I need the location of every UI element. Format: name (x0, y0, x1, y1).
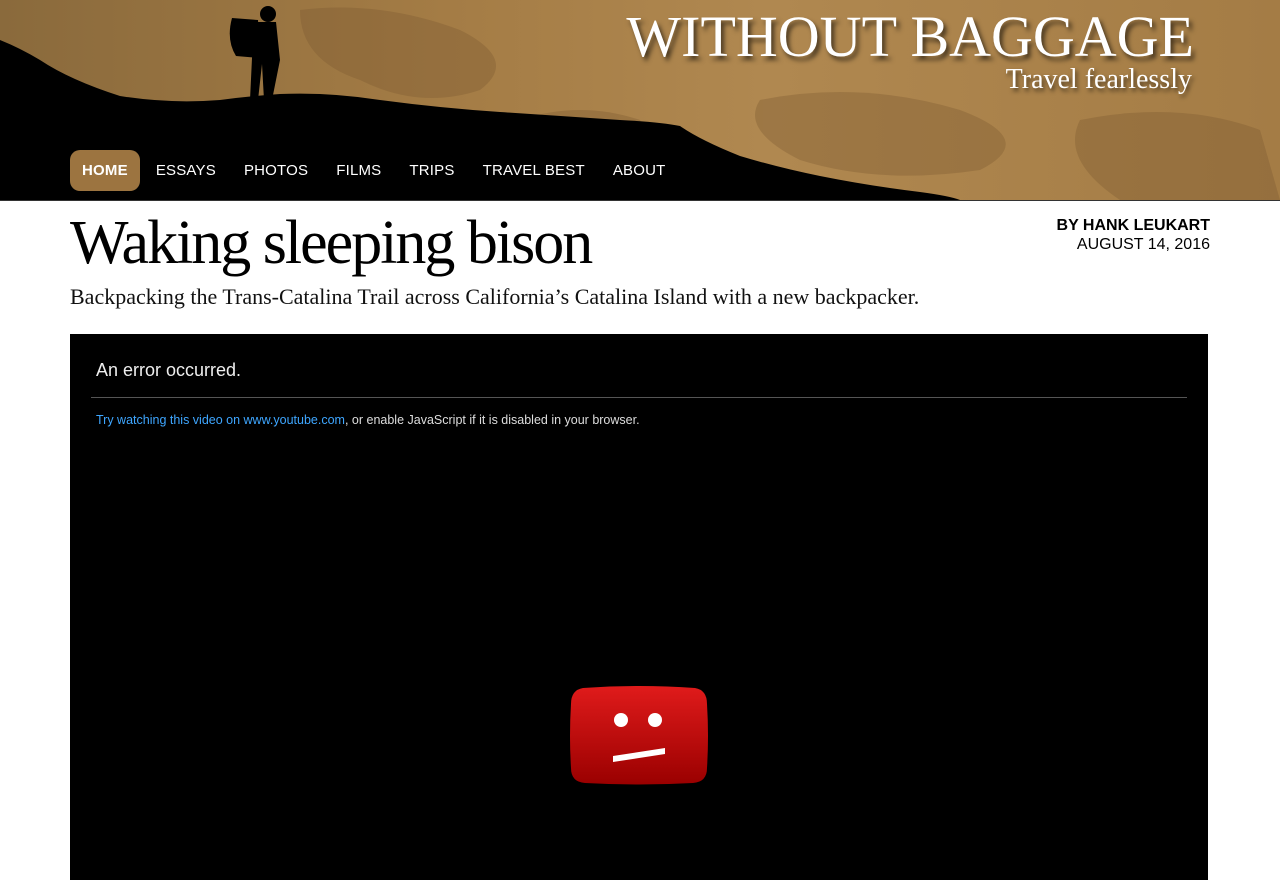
main-nav: HOME ESSAYS PHOTOS FILMS TRIPS TRAVEL BE… (70, 150, 682, 191)
article-subtitle: Backpacking the Trans-Catalina Trail acr… (70, 284, 920, 309)
site-banner: WITHOUT BAGGAGE Travel fearlessly HOME E… (0, 0, 1280, 201)
site-title[interactable]: WITHOUT BAGGAGE (626, 4, 1194, 70)
sad-youtube-icon (570, 686, 708, 785)
video-player[interactable]: An error occurred. Try watching this vid… (70, 334, 1208, 880)
video-error-help-text: , or enable JavaScript if it is disabled… (344, 413, 640, 427)
nav-item-photos[interactable]: PHOTOS (232, 150, 320, 191)
byline: BY HANK LEUKART AUGUST 14, 2016 (1057, 216, 1210, 254)
site-tagline: Travel fearlessly (1005, 64, 1192, 95)
nav-item-essays[interactable]: ESSAYS (144, 150, 228, 191)
nav-item-travel-best[interactable]: TRAVEL BEST (471, 150, 597, 191)
byline-author[interactable]: BY HANK LEUKART (1057, 216, 1210, 235)
nav-item-about[interactable]: ABOUT (601, 150, 678, 191)
article-title: Waking sleeping bison (70, 209, 593, 277)
nav-item-home[interactable]: HOME (70, 150, 140, 191)
video-error-divider (91, 397, 1187, 398)
byline-date: AUGUST 14, 2016 (1076, 236, 1210, 253)
nav-item-films[interactable]: FILMS (324, 150, 393, 191)
hiker-silhouette (229, 6, 280, 100)
video-error-help: Try watching this video on www.youtube.c… (96, 413, 640, 427)
nav-item-trips[interactable]: TRIPS (397, 150, 466, 191)
video-error-title: An error occurred. (96, 360, 242, 380)
watch-on-youtube-link[interactable]: Try watching this video on www.youtube.c… (96, 413, 345, 427)
